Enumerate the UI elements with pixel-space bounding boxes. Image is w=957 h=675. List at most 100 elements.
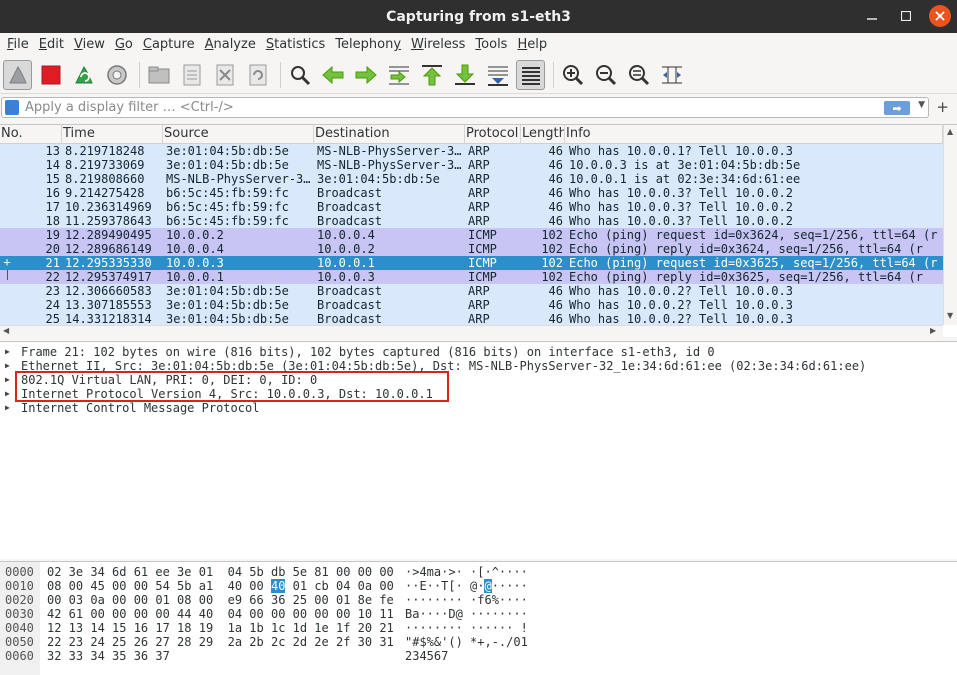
ascii-bytes[interactable]: ········ ·f6%···· bbox=[405, 593, 528, 607]
minimize-icon[interactable] bbox=[861, 5, 883, 27]
packet-cell-info: Who has 10.0.0.2? Tell 10.0.0.3 bbox=[569, 298, 793, 312]
column-header-destination[interactable]: Destination bbox=[314, 125, 465, 144]
menu-wireless[interactable]: Wireless bbox=[406, 37, 470, 52]
go-to-packet-icon[interactable] bbox=[384, 60, 413, 90]
hex-bytes[interactable]: 08 00 45 00 00 54 5b a1 40 00 40 01 cb 0… bbox=[47, 579, 394, 593]
scroll-right-icon[interactable]: ▶ bbox=[930, 326, 936, 335]
go-back-icon[interactable] bbox=[318, 60, 347, 90]
column-header-no[interactable]: No. bbox=[0, 125, 62, 144]
scroll-left-icon[interactable]: ◀ bbox=[3, 326, 9, 335]
selected-ascii-byte[interactable]: @ bbox=[484, 579, 492, 593]
packet-row[interactable]: 24 13.307185553 3e:01:04:5b:db:5e Broadcast… bbox=[0, 298, 943, 312]
packet-cell-dst: Broadcast bbox=[317, 186, 383, 200]
packet-row[interactable]: 13 8.219718248 3e:01:04:5b:db:5e MS-NLB-Phy… bbox=[0, 144, 943, 158]
packet-row[interactable]: 15 8.219808660 MS-NLB-PhysServer-3… 3e:01:0… bbox=[0, 172, 943, 186]
apply-filter-icon[interactable]: ➡ bbox=[884, 101, 910, 115]
column-header-time[interactable]: Time bbox=[62, 125, 163, 144]
save-file-icon[interactable] bbox=[177, 60, 206, 90]
packet-row[interactable]: 21 12.295335330 10.0.0.3 10.0.0.1 ICMP 102 Ech… bbox=[0, 256, 943, 270]
ascii-bytes[interactable]: "#$%&'() *+,-./01 bbox=[405, 635, 528, 649]
column-header-info[interactable]: Info bbox=[565, 125, 943, 144]
hex-bytes[interactable]: 02 3e 34 6d 61 ee 3e 01 04 5b db 5e 81 0… bbox=[47, 565, 394, 579]
normal-size-icon[interactable] bbox=[624, 60, 653, 90]
filter-bookmark-icon[interactable] bbox=[5, 100, 19, 115]
packet-row[interactable]: 19 12.289490495 10.0.0.2 10.0.0.4 ICMP 102 Ech… bbox=[0, 228, 943, 242]
packet-cell-info: Echo (ping) request id=0x3625, seq=1/256… bbox=[569, 256, 938, 270]
expand-arrow-icon[interactable]: ▶ bbox=[5, 387, 10, 401]
reload-file-icon[interactable] bbox=[243, 60, 272, 90]
start-capture-icon[interactable] bbox=[3, 59, 32, 90]
byte-offset: 0040 bbox=[5, 621, 34, 635]
find-packet-icon[interactable] bbox=[285, 60, 314, 90]
hex-bytes[interactable]: 22 23 24 25 26 27 28 29 2a 2b 2c 2d 2e 2… bbox=[47, 635, 394, 649]
byte-offset: 0000 bbox=[5, 565, 34, 579]
menu-edit[interactable]: Edit bbox=[34, 37, 69, 52]
column-header-length[interactable]: Length bbox=[521, 125, 565, 144]
hex-bytes[interactable]: 12 13 14 15 16 17 18 19 1a 1b 1c 1d 1e 1… bbox=[47, 621, 394, 635]
display-filter-input[interactable] bbox=[25, 100, 865, 115]
selected-byte[interactable]: 40 bbox=[270, 579, 286, 593]
menu-tools[interactable]: Tools bbox=[470, 37, 512, 52]
resize-columns-icon[interactable] bbox=[657, 60, 686, 90]
expand-arrow-icon[interactable]: ▶ bbox=[5, 345, 10, 359]
hex-bytes[interactable]: 00 03 0a 00 00 01 08 00 e9 66 36 25 00 0… bbox=[47, 593, 394, 607]
packet-row[interactable]: 23 12.306660583 3e:01:04:5b:db:5e Broadcast… bbox=[0, 284, 943, 298]
packet-row[interactable]: 17 10.236314969 b6:5c:45:fb:59:fc Broadcast… bbox=[0, 200, 943, 214]
capture-options-icon[interactable] bbox=[102, 60, 131, 90]
menu-capture[interactable]: Capture bbox=[138, 37, 200, 52]
close-file-icon[interactable] bbox=[210, 60, 239, 90]
packet-list-horizontal-scrollbar[interactable]: ◀ ▶ bbox=[0, 325, 943, 337]
menu-analyze[interactable]: Analyze bbox=[200, 37, 261, 52]
close-icon[interactable] bbox=[929, 5, 951, 27]
packet-cell-time: 9.214275428 bbox=[65, 186, 145, 200]
ascii-bytes[interactable]: ········ ······ ! bbox=[405, 621, 528, 635]
hex-bytes[interactable]: 42 61 00 00 00 00 44 40 04 00 00 00 00 0… bbox=[47, 607, 394, 621]
hex-bytes[interactable]: 32 33 34 35 36 37 bbox=[47, 649, 170, 663]
ascii-bytes[interactable]: ··E··T[· @·@····· bbox=[405, 579, 528, 593]
packet-row[interactable]: 20 12.289686149 10.0.0.4 10.0.0.2 ICMP 102 Ech… bbox=[0, 242, 943, 256]
menu-telephony[interactable]: Telephony bbox=[330, 37, 406, 52]
toolbar-separator bbox=[139, 61, 140, 88]
packet-cell-proto: ICMP bbox=[468, 242, 497, 256]
packet-cell-proto: ARP bbox=[468, 200, 490, 214]
add-filter-button-icon[interactable]: + bbox=[936, 98, 949, 116]
expand-arrow-icon[interactable]: ▶ bbox=[5, 401, 10, 415]
ascii-bytes[interactable]: 234567 bbox=[405, 649, 448, 663]
maximize-icon[interactable] bbox=[895, 5, 917, 27]
bytes-row: 0040 12 13 14 15 16 17 18 19 1a 1b 1c 1d … bbox=[0, 621, 957, 635]
expand-arrow-icon[interactable]: ▶ bbox=[5, 373, 10, 387]
packet-list-vertical-scrollbar[interactable]: ▲ ▼ bbox=[943, 125, 957, 325]
menu-go[interactable]: Go bbox=[110, 37, 138, 52]
go-forward-icon[interactable] bbox=[351, 60, 380, 90]
packet-cell-dst: 10.0.0.3 bbox=[317, 270, 375, 284]
autoscroll-icon[interactable] bbox=[483, 60, 512, 90]
column-header-protocol[interactable]: Protocol bbox=[465, 125, 521, 144]
packet-row[interactable]: 25 14.331218314 3e:01:04:5b:db:5e Broadcast… bbox=[0, 312, 943, 326]
first-packet-icon[interactable] bbox=[417, 60, 446, 90]
zoom-in-icon[interactable] bbox=[558, 60, 587, 90]
packet-row[interactable]: 16 9.214275428 b6:5c:45:fb:59:fc Broadcast A… bbox=[0, 186, 943, 200]
packet-cell-no: 13 bbox=[45, 144, 60, 158]
menu-view[interactable]: View bbox=[69, 37, 110, 52]
ascii-bytes[interactable]: Ba····D@ ········ bbox=[405, 607, 528, 621]
packet-row[interactable]: 18 11.259378643 b6:5c:45:fb:59:fc Broadcast… bbox=[0, 214, 943, 228]
filter-history-dropdown-icon[interactable]: ▼ bbox=[918, 100, 925, 110]
scroll-down-icon[interactable]: ▼ bbox=[947, 311, 953, 320]
ascii-bytes[interactable]: ·>4ma·>· ·[·^···· bbox=[405, 565, 528, 579]
zoom-out-icon[interactable] bbox=[591, 60, 620, 90]
column-header-source[interactable]: Source bbox=[163, 125, 314, 144]
menu-help[interactable]: Help bbox=[512, 37, 552, 52]
scroll-up-icon[interactable]: ▲ bbox=[947, 127, 953, 136]
menu-statistics[interactable]: Statistics bbox=[261, 37, 330, 52]
restart-capture-icon[interactable] bbox=[69, 60, 98, 90]
packet-row[interactable]: 22 12.295374917 10.0.0.1 10.0.0.3 ICMP 102 Ech… bbox=[0, 270, 943, 284]
open-file-icon[interactable] bbox=[144, 60, 173, 90]
packet-row[interactable]: 14 8.219733069 3e:01:04:5b:db:5e MS-NLB-Phy… bbox=[0, 158, 943, 172]
menu-file[interactable]: File bbox=[2, 37, 34, 52]
stop-capture-icon[interactable] bbox=[36, 60, 65, 90]
last-packet-icon[interactable] bbox=[450, 60, 479, 90]
packet-details-pane: ▶ Frame 21: 102 bytes on wire (816 bits),… bbox=[0, 341, 957, 559]
expand-arrow-icon[interactable]: ▶ bbox=[5, 359, 10, 373]
colorize-icon[interactable] bbox=[516, 59, 545, 90]
packet-cell-dst: MS-NLB-PhysServer-3… bbox=[317, 158, 462, 172]
